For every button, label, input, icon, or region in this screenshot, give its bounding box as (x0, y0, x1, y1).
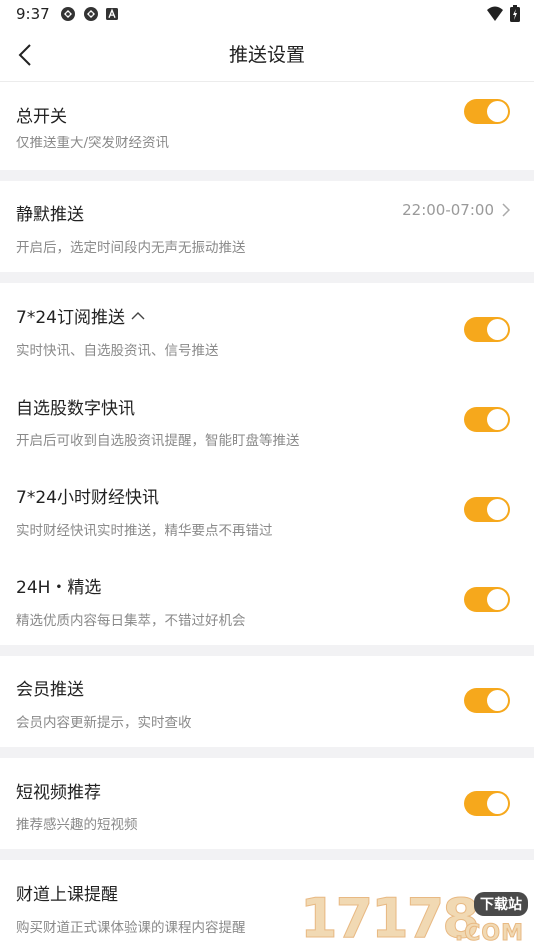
row-title: 24H・精选 (16, 578, 102, 598)
row-title: 短视频推荐 (16, 783, 101, 803)
page-title: 推送设置 (228, 44, 305, 66)
row-silent-push[interactable]: 静默推送 开启后，选定时间段内无声无振动推送 22:00-07:00 (0, 181, 534, 272)
row-title: 自选股数字快讯 (16, 399, 135, 419)
row-title: 静默推送 (16, 205, 84, 225)
toggle-knob (487, 793, 508, 814)
nav-bar: 推送设置 (0, 28, 534, 82)
toggle-knob (487, 409, 508, 430)
chevron-up-icon[interactable] (131, 311, 145, 320)
row-master-switch: 总开关 仅推送重大/突发财经资讯 (0, 82, 534, 170)
section-short-video: 短视频推荐 推荐感兴趣的短视频 (0, 758, 534, 849)
row-subtitle: 开启后，选定时间段内无声无振动推送 (16, 240, 246, 256)
row-subtitle: 仅推送重大/突发财经资讯 (16, 136, 170, 150)
member-push-toggle[interactable] (464, 688, 510, 713)
row-724-finance-news: 7*24小时财经快讯 实时财经快讯实时推送，精华要点不再错过 (0, 464, 534, 554)
watermark-digits: 17178 (300, 887, 481, 950)
stock-digital-news-toggle[interactable] (464, 407, 510, 432)
row-subtitle: 实时快讯、自选股资讯、信号推送 (16, 343, 219, 359)
watermark-logo: 17178 下载站 .COM (300, 886, 530, 948)
toggle-knob (487, 499, 508, 520)
finance-news-724-toggle[interactable] (464, 497, 510, 522)
row-24h-selection: 24H・精选 精选优质内容每日集萃，不错过好机会 (0, 554, 534, 645)
short-video-toggle[interactable] (464, 791, 510, 816)
section-724: 7*24订阅推送 实时快讯、自选股资讯、信号推送 自选股数字快讯 开启后可收到自… (0, 283, 534, 645)
battery-icon (510, 5, 520, 22)
watermark-badge: 下载站 (474, 892, 528, 916)
toggle-knob (487, 690, 508, 711)
row-member-push: 会员推送 会员内容更新提示，实时查收 (0, 656, 534, 747)
watermark-com: .COM (454, 921, 524, 947)
silent-time-range[interactable]: 22:00-07:00 (402, 201, 510, 219)
font-notification-icon (105, 8, 118, 20)
row-title: 7*24小时财经快讯 (16, 488, 159, 508)
wifi-icon (487, 6, 503, 21)
row-title: 会员推送 (16, 680, 84, 700)
chevron-right-icon (502, 203, 510, 217)
toggle-knob (487, 101, 508, 122)
row-title: 财道上课提醒 (16, 885, 118, 905)
silent-time-value: 22:00-07:00 (402, 201, 494, 219)
row-724-subscribe: 7*24订阅推送 实时快讯、自选股资讯、信号推送 (0, 283, 534, 374)
row-short-video: 短视频推荐 推荐感兴趣的短视频 (0, 758, 534, 849)
app-notification-icon (60, 7, 75, 21)
row-title-text: 7*24订阅推送 (16, 308, 125, 328)
section-silent: 静默推送 开启后，选定时间段内无声无振动推送 22:00-07:00 (0, 181, 534, 272)
row-subtitle: 实时财经快讯实时推送，精华要点不再错过 (16, 523, 273, 539)
row-subtitle: 开启后可收到自选股资讯提醒，智能盯盘等推送 (16, 433, 300, 449)
app-notification-icon (83, 7, 98, 21)
section-master: 总开关 仅推送重大/突发财经资讯 (0, 82, 534, 170)
section-member: 会员推送 会员内容更新提示，实时查收 (0, 656, 534, 747)
status-time: 9:37 (16, 5, 50, 23)
row-subtitle: 会员内容更新提示，实时查收 (16, 715, 192, 731)
row-title: 总开关 (16, 107, 67, 127)
toggle-knob (487, 589, 508, 610)
row-stock-digital-news: 自选股数字快讯 开启后可收到自选股资讯提醒，智能盯盘等推送 (0, 374, 534, 464)
toggle-knob (487, 319, 508, 340)
selection-24h-toggle[interactable] (464, 587, 510, 612)
status-bar: 9:37 (0, 0, 534, 28)
row-title: 7*24订阅推送 (16, 303, 145, 328)
row-subtitle: 购买财道正式课体验课的课程内容提醒 (16, 920, 246, 936)
row-subtitle: 推荐感兴趣的短视频 (16, 817, 138, 833)
master-switch-toggle[interactable] (464, 99, 510, 124)
subscribe-724-toggle[interactable] (464, 317, 510, 342)
row-subtitle: 精选优质内容每日集萃，不错过好机会 (16, 613, 246, 629)
